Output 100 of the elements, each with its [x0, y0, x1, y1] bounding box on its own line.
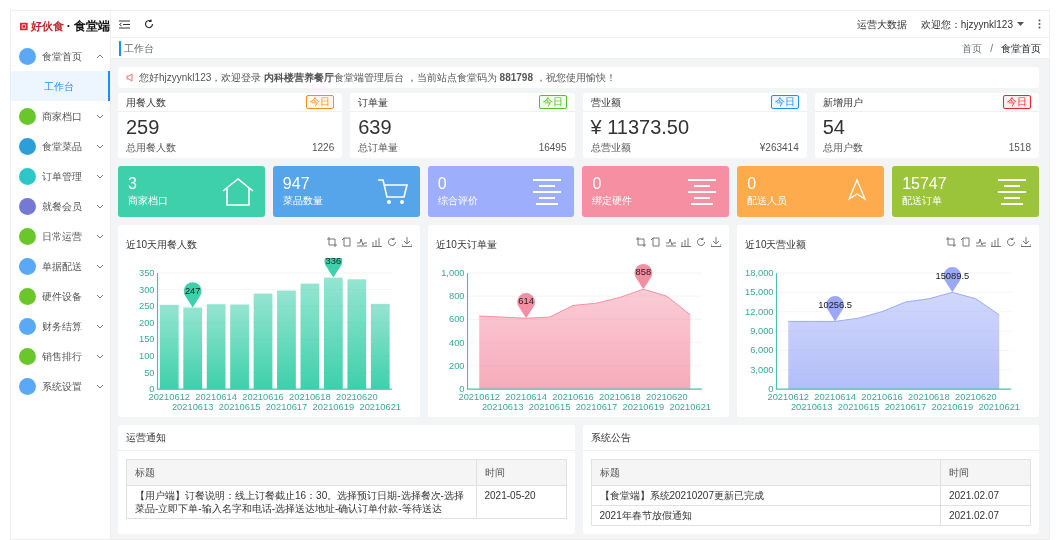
- x-axis-label: 20210620: [645, 392, 688, 403]
- app-name: · 食堂端: [66, 18, 110, 35]
- line-chart-icon[interactable]: [356, 237, 367, 247]
- speaker-icon: [126, 73, 135, 82]
- y-axis-label: 9,000: [750, 326, 774, 337]
- more-icon[interactable]: [1038, 19, 1041, 29]
- value-pin: 614: [516, 293, 535, 319]
- tile-value: 3: [128, 175, 138, 193]
- breadcrumb-link[interactable]: 首页: [962, 40, 983, 56]
- x-axis-label: 20210618: [908, 392, 951, 403]
- total-value: 1518: [1008, 141, 1031, 155]
- x-axis-label: 20210612: [767, 392, 810, 403]
- cart-icon: [375, 176, 410, 207]
- annotation: 614: [518, 296, 534, 307]
- house-icon: [220, 176, 255, 207]
- user-menu[interactable]: 欢迎您：hjzyynkl123: [920, 16, 1013, 32]
- chevron-down-icon[interactable]: [96, 323, 104, 329]
- page-title: 工作台: [119, 40, 154, 56]
- stat-value: ¥ 11373.50: [589, 115, 691, 140]
- sidebar-item[interactable]: 财务结算: [11, 311, 110, 341]
- bar-chart-icon[interactable]: [681, 237, 692, 247]
- chevron-down-icon[interactable]: [96, 143, 104, 149]
- sidebar-item[interactable]: 日常运营: [11, 221, 110, 251]
- y-axis-label: 350: [138, 267, 155, 278]
- download-icon[interactable]: [711, 237, 722, 247]
- x-axis-label: 20210613: [171, 401, 214, 412]
- total-label: 总营业额: [590, 141, 631, 155]
- y-axis-label: 200: [448, 360, 465, 371]
- stat-value: 639: [357, 115, 393, 140]
- sidebar-item[interactable]: 硬件设备: [11, 281, 110, 311]
- chevron-down-icon[interactable]: [96, 113, 104, 119]
- tile-label: 配送订单: [902, 194, 944, 208]
- refresh-icon[interactable]: [144, 19, 154, 29]
- value-pin: 858: [634, 263, 652, 290]
- restore-icon[interactable]: [651, 237, 662, 247]
- crop-icon[interactable]: [636, 237, 647, 247]
- x-axis-label: 20210618: [289, 392, 331, 403]
- sidebar-item[interactable]: 订单管理: [11, 161, 110, 191]
- download-icon[interactable]: [1021, 237, 1031, 247]
- annotation: 15089.5: [935, 270, 970, 281]
- sidebar-item[interactable]: 销售排行: [11, 341, 110, 371]
- big-data-link[interactable]: 运营大数据: [856, 16, 907, 32]
- restore-icon[interactable]: [961, 237, 971, 247]
- y-axis-label: 1,000: [440, 267, 465, 278]
- crop-icon[interactable]: [326, 237, 337, 247]
- sidebar-item[interactable]: 商家档口: [11, 101, 110, 131]
- column-header: 时间: [476, 459, 566, 486]
- tile-label: 商家档口: [128, 194, 168, 208]
- line-chart-icon[interactable]: [666, 237, 677, 247]
- download-icon[interactable]: [401, 237, 412, 247]
- chevron-down-icon[interactable]: [96, 293, 104, 299]
- chevron-down-icon[interactable]: [96, 353, 104, 359]
- y-axis-label: 50: [144, 367, 155, 378]
- tile-label: 配送人员: [747, 194, 788, 208]
- total-label: 总用餐人数: [126, 141, 176, 155]
- table-cell: 2021年春节放假通知: [591, 505, 941, 526]
- chevron-down-icon[interactable]: [96, 263, 104, 269]
- x-axis-label: 20210615: [838, 401, 880, 412]
- x-axis-label: 20210618: [598, 392, 641, 403]
- tile-value: 15747: [902, 175, 947, 193]
- value-pin: 15089.5: [935, 267, 970, 293]
- tile-value: 0: [437, 175, 448, 193]
- sidebar-item[interactable]: 系统设置: [11, 371, 110, 401]
- y-axis-label: 0: [149, 384, 155, 395]
- sidebar-item[interactable]: 单据配送: [11, 251, 110, 281]
- sidebar-item[interactable]: 食堂菜品: [11, 131, 110, 161]
- tile-label: 菜品数量: [282, 194, 323, 208]
- sidebar-item[interactable]: 食堂首页: [11, 41, 110, 71]
- caret-icon[interactable]: [1017, 21, 1024, 27]
- y-axis-label: 0: [459, 384, 465, 395]
- welcome-notice: 您好hjzyynkl123，欢迎登录 内科楼营养餐厅食堂端管理后台 ，当前站点食堂码为 881798 ，祝您使用愉快！: [139, 71, 616, 85]
- chevron-down-icon[interactable]: [96, 383, 104, 389]
- y-axis-label: 150: [138, 334, 155, 345]
- column-header: 标题: [126, 459, 476, 486]
- table-cell: 2021.02.07: [940, 505, 1031, 526]
- restore-icon[interactable]: [341, 237, 352, 247]
- bar-chart-icon[interactable]: [991, 237, 1001, 247]
- line-chart-icon[interactable]: [976, 237, 986, 247]
- x-axis-label: 20210616: [861, 392, 904, 403]
- tile-value: 0: [592, 175, 603, 193]
- chevron-down-icon[interactable]: [96, 173, 104, 179]
- menu-fold-icon[interactable]: [119, 19, 130, 29]
- annotation: 10256.5: [818, 299, 853, 310]
- crop-icon[interactable]: [946, 237, 956, 247]
- breadcrumb-separator: /: [990, 41, 993, 56]
- sidebar-item[interactable]: 就餐会员: [11, 191, 110, 221]
- x-axis-label: 20210621: [978, 401, 1021, 412]
- column-header: 时间: [940, 459, 1031, 486]
- chevron-up-icon[interactable]: [96, 53, 104, 59]
- total-label: 总订单量: [358, 141, 399, 155]
- today-tag: 今日: [306, 95, 335, 109]
- chart-title: 近10天订单量: [435, 238, 497, 252]
- bar-chart-icon[interactable]: [371, 237, 382, 247]
- y-axis-label: 800: [448, 291, 465, 302]
- annotation: 247: [184, 285, 201, 296]
- tile-label: 综合评价: [437, 194, 478, 208]
- chevron-down-icon[interactable]: [96, 233, 104, 239]
- chevron-down-icon[interactable]: [96, 203, 104, 209]
- x-axis-label: 20210619: [312, 401, 355, 412]
- value-pin: 10256.5: [818, 296, 853, 322]
